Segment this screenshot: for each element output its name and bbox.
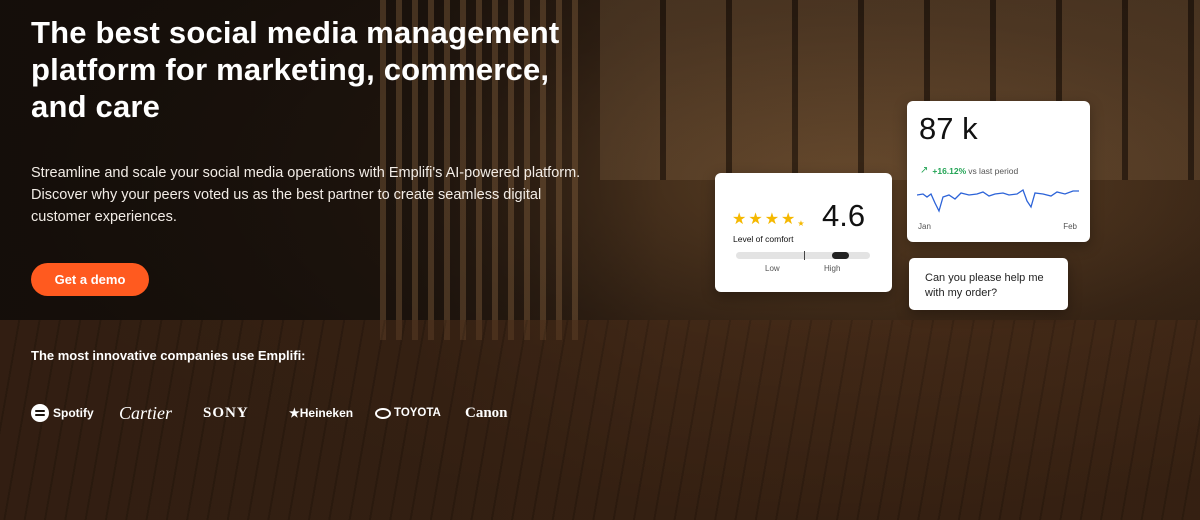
stats-end-label: Feb bbox=[1063, 222, 1077, 231]
stats-change: ↗ +16.12% vs last period bbox=[920, 165, 1018, 176]
stats-card: 87 k ↗ +16.12% vs last period Jan Feb bbox=[907, 101, 1090, 242]
spotify-logo-text: Spotify bbox=[53, 406, 94, 420]
star-icon: ★ bbox=[764, 211, 780, 228]
get-demo-button[interactable]: Get a demo bbox=[31, 263, 149, 296]
stats-change-percent: +16.12% bbox=[932, 165, 967, 176]
chat-message: Can you please help me with my order? bbox=[925, 272, 1044, 299]
star-rating: ★ ★ ★ ★ ★ bbox=[732, 212, 805, 232]
star-icon: ★ bbox=[732, 211, 747, 228]
trend-up-icon: ↗ bbox=[920, 165, 929, 176]
toyota-icon bbox=[375, 407, 391, 419]
comfort-label: Level of comfort bbox=[733, 234, 794, 244]
chat-bubble: Can you please help me with my order? bbox=[909, 258, 1068, 310]
hero-title: The best social media management platfor… bbox=[31, 15, 560, 124]
star-icon: ★ bbox=[748, 211, 763, 228]
toyota-logo: TOYOTA bbox=[375, 407, 465, 419]
company-logos: Spotify Cartier SONY ★Heineken TOYOTA Ca… bbox=[31, 398, 525, 428]
sony-logo: SONY bbox=[203, 404, 249, 421]
canon-logo: Canon bbox=[465, 404, 508, 421]
rating-card: ★ ★ ★ ★ ★ 4.6 Level of comfort Low High bbox=[715, 173, 892, 292]
comfort-slider bbox=[736, 251, 870, 260]
comfort-tick bbox=[804, 251, 805, 260]
comfort-indicator bbox=[832, 252, 849, 259]
heineken-logo: ★Heineken bbox=[289, 406, 354, 420]
star-icon: ★ bbox=[781, 211, 796, 228]
stats-start-label: Jan bbox=[918, 222, 931, 231]
stats-value: 87 k bbox=[919, 111, 978, 146]
stats-change-suffix: vs last period bbox=[968, 165, 1019, 176]
background-windows bbox=[600, 0, 1200, 180]
comfort-low-label: Low bbox=[765, 264, 780, 273]
comfort-high-label: High bbox=[824, 264, 841, 273]
stats-sparkline bbox=[917, 189, 1079, 213]
hero-subtitle: Streamline and scale your social media o… bbox=[31, 165, 581, 225]
cartier-logo: Cartier bbox=[119, 402, 173, 423]
spotify-logo: Spotify bbox=[31, 404, 119, 422]
sparkline-line bbox=[917, 189, 1079, 213]
toyota-logo-text: TOYOTA bbox=[394, 407, 441, 419]
spotify-icon bbox=[31, 404, 49, 422]
companies-heading: The most innovative companies use Emplif… bbox=[31, 348, 306, 363]
rating-value: 4.6 bbox=[822, 198, 866, 232]
star-partial-icon: ★ bbox=[797, 219, 805, 228]
hero-content: The best social media management platfor… bbox=[31, 14, 611, 423]
